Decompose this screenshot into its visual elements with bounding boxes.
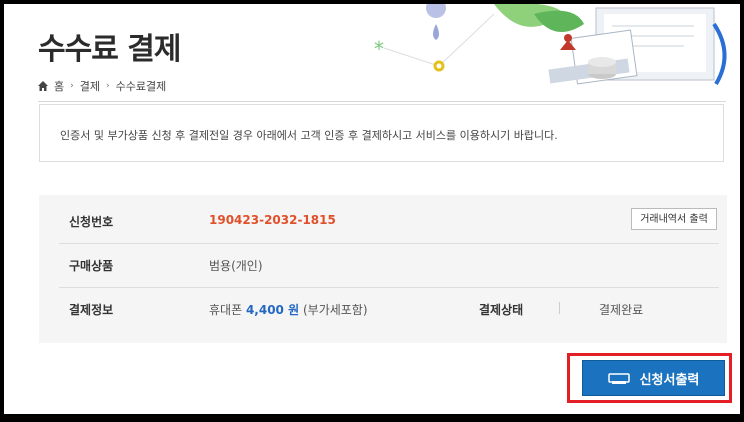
breadcrumb: 홈 › 결제 › 수수료결제 xyxy=(38,78,166,94)
notice-box: 인증서 및 부가상품 신청 후 결제전일 경우 아래에서 고객 인증 후 결제하… xyxy=(39,104,724,162)
header-illustration: * xyxy=(374,4,727,86)
printer-icon xyxy=(607,373,630,384)
print-application-button[interactable]: 신청서출력 xyxy=(582,360,725,396)
notice-text: 인증서 및 부가상품 신청 후 결제전일 경우 아래에서 고객 인증 후 결제하… xyxy=(60,129,558,142)
print-application-label: 신청서출력 xyxy=(639,372,700,388)
breadcrumb-separator-icon: › xyxy=(70,81,74,91)
row-payment: 결제정보 휴대폰 4,400 원 (부가세포함) 결제상태 결제완료 xyxy=(59,287,719,331)
payment-status-label: 결제상태 xyxy=(479,303,524,317)
row-application-number: 신청번호 190423-2032-1815 거래내역서 출력 xyxy=(59,199,719,244)
product-value: 범용(개인) xyxy=(209,259,263,273)
payment-info-value: 휴대폰 4,400 원 (부가세포함) xyxy=(209,301,368,318)
row-product: 구매상품 범용(개인) xyxy=(59,243,719,288)
payment-vat-note: (부가세포함) xyxy=(302,303,368,317)
application-number-label: 신청번호 xyxy=(69,215,114,229)
payment-status-value: 결제완료 xyxy=(599,303,644,317)
status-divider xyxy=(559,302,560,314)
payment-method: 휴대폰 xyxy=(209,303,243,317)
application-number-value: 190423-2032-1815 xyxy=(209,213,336,227)
breadcrumb-home[interactable]: 홈 xyxy=(54,78,64,94)
breadcrumb-separator-icon: › xyxy=(105,81,110,91)
home-icon[interactable] xyxy=(38,81,48,91)
payment-info-label: 결제정보 xyxy=(69,303,114,317)
page-frame: * 수수료 결제 홈 › 결제 › 수수료결제 인증서 및 부가상품 신청 후 … xyxy=(4,4,740,414)
breadcrumb-current: 수수료결제 xyxy=(115,80,167,93)
breadcrumb-payment[interactable]: 결제 xyxy=(80,78,100,94)
payment-amount: 4,400 원 xyxy=(245,303,300,317)
header-divider xyxy=(38,101,726,102)
page-title: 수수료 결제 xyxy=(38,32,181,67)
application-info-panel: 신청번호 190423-2032-1815 거래내역서 출력 구매상품 범용(개… xyxy=(39,195,727,343)
print-transaction-history-button[interactable]: 거래내역서 출력 xyxy=(631,208,717,230)
product-label: 구매상품 xyxy=(69,259,114,273)
svg-text:*: * xyxy=(374,37,384,61)
